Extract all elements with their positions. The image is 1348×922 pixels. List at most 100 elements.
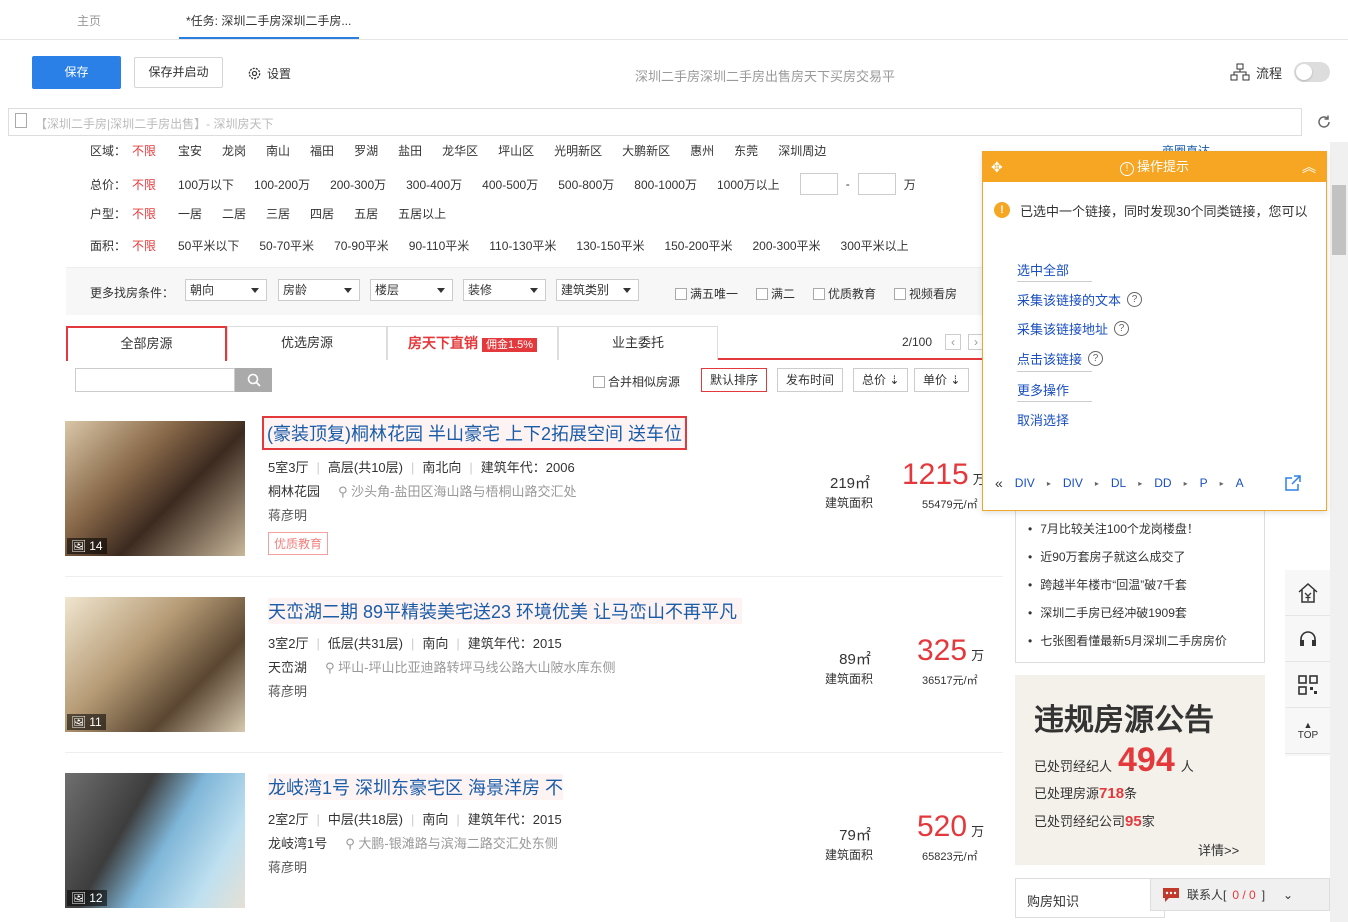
filter-option[interactable]: 坪山区 (498, 142, 534, 159)
select-orientation[interactable]: 朝向 (185, 279, 267, 301)
collect-text-link[interactable]: 采集该链接的文本? (1017, 290, 1143, 309)
listing-title[interactable]: 龙岐湾1号 深圳东豪宅区 海景洋房 不 (268, 774, 564, 800)
news-item[interactable]: 七张图看懂最新5月深圳二手房房价 (1028, 632, 1227, 649)
listing-photo[interactable]: 🖼 12 (65, 773, 245, 908)
page-scrollbar[interactable] (1330, 142, 1348, 922)
path-item[interactable]: DIV (1015, 476, 1035, 490)
listing-title[interactable]: (豪装顶复)桐林花园 半山豪宅 上下2拓展空间 送车位 (262, 416, 687, 450)
popup-header[interactable]: ✥ ! 操作提示 ︽ (983, 152, 1326, 182)
support-button[interactable] (1285, 616, 1331, 662)
sort-time[interactable]: 发布时间 (777, 368, 844, 392)
news-item[interactable]: 7月比较关注100个龙岗楼盘！ (1028, 520, 1199, 537)
filter-option[interactable]: 100-200万 (254, 176, 310, 193)
filter-option[interactable]: 50平米以下 (178, 237, 239, 254)
filter-option[interactable]: 惠州 (690, 142, 714, 159)
select-age[interactable]: 房龄 (278, 279, 360, 301)
filter-option[interactable]: 二居 (222, 205, 246, 222)
notice-more-link[interactable]: 详情>> (1198, 840, 1239, 859)
select-all-link[interactable]: 选中全部 (1017, 260, 1069, 279)
filter-option[interactable]: 三居 (266, 205, 290, 222)
news-item[interactable]: 近90万套房子就这么成交了 (1028, 548, 1185, 565)
checkbox-five-only[interactable]: 满五唯一 (675, 285, 738, 302)
checkbox-merge[interactable]: 合并相似房源 (593, 373, 680, 390)
save-and-start-button[interactable]: 保存并启动 (134, 57, 223, 88)
filter-option[interactable]: 70-90平米 (334, 237, 389, 254)
help-icon[interactable]: ? (1127, 292, 1143, 307)
filter-option[interactable]: 1000万以上 (717, 176, 780, 193)
select-building-type[interactable]: 建筑类别 (556, 279, 639, 301)
filter-option[interactable]: 150-200平米 (664, 237, 732, 254)
filter-option[interactable]: 南山 (266, 142, 290, 159)
news-item[interactable]: 跨越半年楼市“回温”破7千套 (1028, 576, 1187, 593)
filter-option[interactable]: 深圳周边 (778, 142, 826, 159)
filter-option[interactable]: 东莞 (734, 142, 758, 159)
more-actions-link[interactable]: 更多操作 (1017, 380, 1069, 399)
filter-option[interactable]: 200-300万 (330, 176, 386, 193)
external-link-icon[interactable] (1284, 474, 1302, 492)
click-link-action[interactable]: 点击该链接? (1017, 349, 1104, 368)
sort-unit[interactable]: 单价 ⇣ (914, 368, 970, 392)
save-button[interactable]: 保存 (32, 56, 121, 89)
filter-option[interactable]: 300平米以上 (841, 237, 909, 254)
news-item[interactable]: 深圳二手房已经冲破1909套 (1028, 604, 1187, 621)
filter-option[interactable]: 800-1000万 (634, 176, 697, 193)
home-price-button[interactable] (1285, 570, 1331, 616)
cancel-selection-link[interactable]: 取消选择 (1017, 410, 1069, 429)
flow-toggle[interactable] (1294, 62, 1331, 82)
listing-agent[interactable]: 蒋彦明 (268, 857, 307, 876)
collapse-icon[interactable]: ︽ (1302, 152, 1316, 182)
back-to-top-button[interactable]: ▲ TOP (1285, 708, 1331, 754)
sort-total[interactable]: 总价 ⇣ (853, 368, 909, 392)
filter-option[interactable]: 300-400万 (406, 176, 462, 193)
checkbox-two-years[interactable]: 满二 (756, 285, 795, 302)
filter-option[interactable]: 四居 (310, 205, 334, 222)
scrollbar-thumb[interactable] (1332, 185, 1346, 255)
filter-option[interactable]: 大鹏新区 (622, 142, 670, 159)
sort-default[interactable]: 默认排序 (701, 368, 768, 392)
filter-option[interactable]: 一居 (178, 205, 202, 222)
tab-all-listings[interactable]: 全部房源 (66, 326, 227, 361)
filter-option[interactable]: 龙岗 (222, 142, 246, 159)
filter-option[interactable]: 五居 (354, 205, 378, 222)
chevron-down-icon[interactable]: ⌄ (1283, 888, 1293, 902)
filter-option[interactable]: 110-130平米 (489, 237, 556, 254)
collect-url-link[interactable]: 采集该链接地址? (1017, 319, 1130, 338)
tab-direct-sale[interactable]: 房天下直销 佣金1.5% (387, 326, 558, 360)
listing-agent[interactable]: 蒋彦明 (268, 505, 307, 524)
filter-option[interactable]: 龙华区 (442, 142, 478, 159)
checkbox-box[interactable] (593, 375, 605, 388)
community-link[interactable]: 龙岐湾1号 (268, 836, 327, 851)
filter-option[interactable]: 50-70平米 (259, 237, 314, 254)
select-floor[interactable]: 楼层 (370, 279, 453, 301)
settings-button[interactable]: 设置 (247, 64, 291, 82)
listing-agent[interactable]: 蒋彦明 (268, 681, 307, 700)
filter-option[interactable]: 五居以上 (398, 205, 446, 222)
filter-option[interactable]: 200-300平米 (753, 237, 821, 254)
path-item[interactable]: DL (1111, 476, 1126, 490)
price-min-input[interactable] (799, 173, 838, 195)
checkbox-video[interactable]: 视频看房 (894, 285, 957, 302)
search-input[interactable] (75, 368, 235, 392)
help-icon[interactable]: ? (1114, 321, 1130, 336)
move-icon[interactable]: ✥ (991, 152, 1003, 182)
select-decoration[interactable]: 装修 (463, 279, 546, 301)
checkbox-box[interactable] (894, 287, 906, 300)
checkbox-education[interactable]: 优质教育 (813, 285, 876, 302)
tab-preferred[interactable]: 优选房源 (227, 326, 387, 360)
filter-option[interactable]: 福田 (310, 142, 334, 159)
double-left-icon[interactable]: « (995, 475, 1003, 491)
prev-page-button[interactable]: ‹ (945, 334, 961, 350)
listing-title[interactable]: 天峦湖二期 89平精装美宅送23 环境优美 让马峦山不再平凡 (268, 598, 742, 624)
contact-bar[interactable]: 联系人[ 0 / 0 ] ⌄ (1150, 878, 1330, 911)
violation-notice[interactable]: 违规房源公告 已处罚经纪人 494 人 已处理房源718条 已处罚经纪公司95家 详… (1015, 675, 1265, 865)
path-item[interactable]: DIV (1063, 476, 1083, 490)
filter-option[interactable]: 90-110平米 (409, 237, 469, 254)
checkbox-box[interactable] (756, 287, 768, 300)
filter-unlimited[interactable]: 不限 (132, 176, 178, 193)
listing-photo[interactable]: 🖼 11 (65, 597, 245, 732)
path-item[interactable]: P (1200, 476, 1208, 490)
filter-option[interactable]: 盐田 (398, 142, 422, 159)
checkbox-box[interactable] (813, 287, 825, 300)
qr-code-button[interactable] (1285, 662, 1331, 708)
reload-icon[interactable] (1316, 114, 1332, 130)
